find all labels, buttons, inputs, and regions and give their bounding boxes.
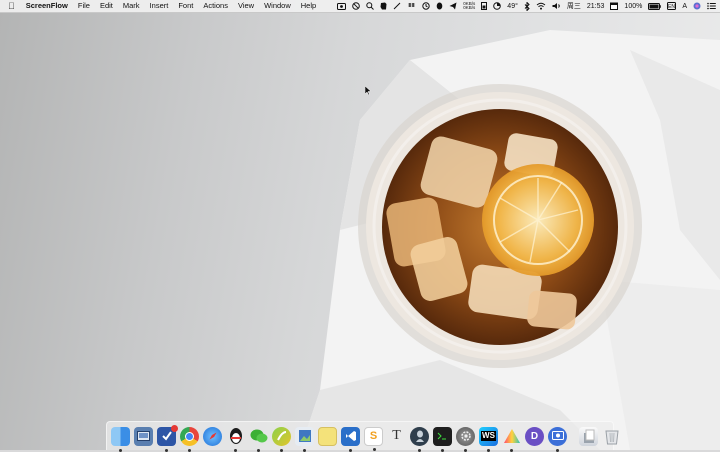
dock-omnifocus-icon[interactable] [157, 424, 178, 452]
dock-sketch-icon[interactable]: S [364, 426, 383, 451]
menu-mark[interactable]: Mark [118, 0, 145, 12]
input-method-label[interactable]: A [682, 0, 687, 12]
day-of-week[interactable]: 周三 [567, 0, 581, 12]
dock-wechat-icon[interactable] [249, 427, 268, 452]
app-menu[interactable]: ScreenFlow [21, 0, 73, 12]
dock-maps-icon[interactable] [272, 426, 291, 452]
notification-center-icon[interactable] [707, 0, 716, 12]
dock: S T WS D [106, 421, 619, 452]
screenflow-record-icon[interactable] [337, 0, 347, 12]
dock-terminal-icon[interactable] [433, 426, 452, 452]
calendar-icon[interactable] [610, 0, 619, 12]
memory-monitor-icon[interactable] [481, 0, 488, 12]
do-not-disturb-icon[interactable] [352, 0, 361, 12]
dock-trash-icon[interactable] [602, 427, 621, 446]
dock-typora-icon[interactable]: T [387, 427, 406, 446]
qq-tray-icon[interactable] [436, 0, 443, 12]
menu-help[interactable]: Help [296, 0, 321, 12]
network-down-speed: 0KB/s [463, 5, 476, 10]
menu-file[interactable]: File [73, 0, 95, 12]
dock-webstorm-icon[interactable]: WS [479, 426, 498, 452]
temperature-readout[interactable]: 49° [507, 0, 518, 12]
menu-view[interactable]: View [233, 0, 259, 12]
mouse-cursor [365, 86, 371, 95]
dock-downloads-stack-icon[interactable] [579, 426, 598, 446]
dock-notes-icon[interactable] [318, 426, 337, 446]
cpu-monitor-icon[interactable] [493, 0, 502, 12]
dock-alfred-icon[interactable] [410, 426, 429, 452]
siri-icon[interactable] [693, 0, 701, 12]
search-icon[interactable] [366, 0, 375, 12]
menu-window[interactable]: Window [259, 0, 296, 12]
brush-icon[interactable] [393, 0, 401, 12]
dropbox-icon[interactable] [407, 0, 416, 12]
menu-edit[interactable]: Edit [95, 0, 118, 12]
menu-actions[interactable]: Actions [198, 0, 233, 12]
cloth-and-glass-photo [300, 30, 720, 450]
input-method-icon[interactable]: EN [667, 0, 677, 12]
dock-screenshot-app-icon[interactable] [134, 426, 153, 446]
wifi-icon[interactable] [536, 0, 546, 12]
dock-finder-icon[interactable] [111, 426, 130, 452]
battery-icon[interactable] [648, 0, 662, 12]
dock-chrome-icon[interactable] [180, 426, 199, 452]
dock-vscode-icon[interactable] [341, 426, 360, 452]
dock-qq-icon[interactable] [226, 427, 245, 452]
dock-preview-icon[interactable] [295, 426, 314, 452]
dock-prism-icon[interactable] [502, 427, 521, 452]
menu-insert[interactable]: Insert [145, 0, 174, 12]
bluetooth-icon[interactable] [524, 0, 530, 12]
svg-text:EN: EN [668, 4, 675, 10]
apple-menu-icon[interactable]:  [6, 0, 21, 12]
notification-badge [171, 424, 178, 432]
battery-percent[interactable]: 100% [624, 0, 642, 12]
paper-plane-icon[interactable] [449, 0, 457, 12]
dock-dash-icon[interactable]: D [525, 426, 544, 446]
volume-icon[interactable] [552, 0, 561, 12]
desktop-wallpaper [0, 0, 720, 450]
time-machine-icon[interactable] [422, 0, 430, 12]
dock-system-preferences-icon[interactable] [456, 426, 475, 452]
menu-bar:  ScreenFlow File Edit Mark Insert Font … [0, 0, 720, 13]
dock-screenflow-icon[interactable] [548, 426, 567, 452]
clock-time[interactable]: 21:53 [587, 0, 605, 12]
network-speed-monitor[interactable]: 0KB/s 0KB/s [463, 0, 475, 12]
evernote-icon[interactable] [380, 0, 387, 12]
menu-font[interactable]: Font [173, 0, 198, 12]
dock-safari-icon[interactable] [203, 426, 222, 446]
